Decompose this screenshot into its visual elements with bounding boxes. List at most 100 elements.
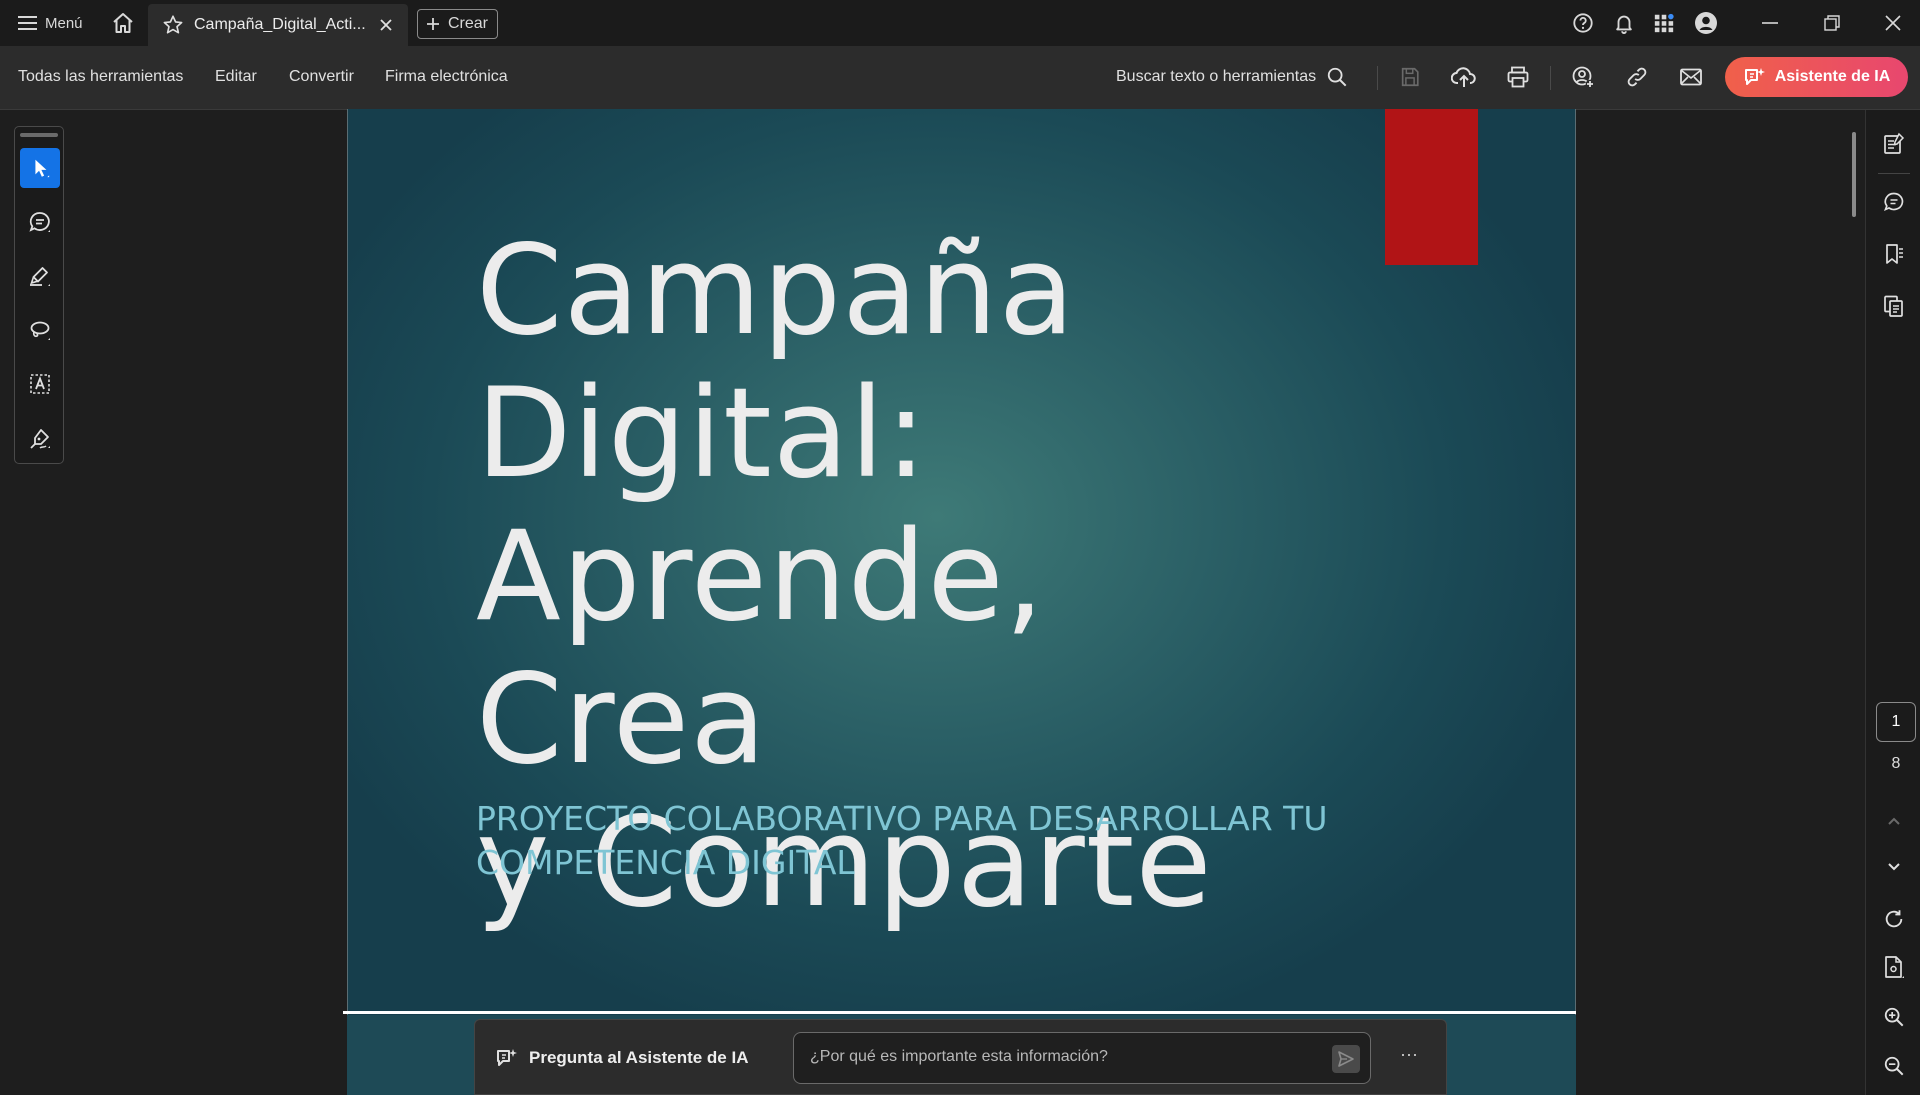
slide-subtitle: PROYECTO COLABORATIVO PARA DESARROLLAR T… <box>476 797 1376 885</box>
zoom-in-button[interactable] <box>1880 1003 1908 1031</box>
add-person-icon <box>1571 65 1595 89</box>
page-settings-icon <box>1883 955 1905 979</box>
toolbar-divider <box>1550 66 1551 90</box>
help-icon <box>1572 12 1594 34</box>
title-bar: Menú Campaña_Digital_Acti... Crear <box>0 0 1920 46</box>
pen-sign-icon <box>28 426 52 450</box>
share-people-button[interactable] <box>1570 64 1596 90</box>
quick-tools-panel <box>14 126 64 464</box>
highlight-tool[interactable] <box>20 256 60 296</box>
vertical-scrollbar[interactable] <box>1852 132 1856 217</box>
ai-question-input[interactable]: ¿Por qué es importante esta información? <box>793 1032 1371 1084</box>
apps-grid-icon <box>1653 12 1675 34</box>
edit-panel-button[interactable] <box>1880 130 1908 158</box>
minimize-icon <box>1760 13 1780 33</box>
zoom-in-icon <box>1883 1006 1905 1028</box>
upload-cloud-button[interactable] <box>1451 64 1477 90</box>
pages-panel-button[interactable] <box>1880 292 1908 320</box>
document-tab[interactable]: Campaña_Digital_Acti... <box>148 4 408 46</box>
comments-panel-button[interactable] <box>1880 188 1908 216</box>
total-pages: 8 <box>1891 755 1901 772</box>
printer-icon <box>1506 65 1530 89</box>
highlighter-icon <box>28 264 52 288</box>
cursor-arrow-icon <box>29 157 51 179</box>
close-window-icon <box>1884 14 1902 32</box>
drag-handle[interactable] <box>20 133 58 137</box>
link-icon <box>1626 66 1648 88</box>
zoom-out-button[interactable] <box>1880 1052 1908 1080</box>
toolbar-divider <box>1377 66 1378 90</box>
menu-all-tools[interactable]: Todas las herramientas <box>18 46 183 108</box>
save-icon <box>1399 66 1421 88</box>
menu-edit[interactable]: Editar <box>215 46 257 108</box>
help-button[interactable] <box>1572 0 1594 46</box>
ai-assistant-bar: Pregunta al Asistente de IA ¿Por qué es … <box>474 1019 1447 1095</box>
panel-divider <box>1878 173 1910 174</box>
mail-icon <box>1679 66 1703 88</box>
edit-document-icon <box>1882 132 1906 156</box>
select-tool[interactable] <box>20 148 60 188</box>
tab-title: Campaña_Digital_Acti... <box>194 16 366 33</box>
profile-button[interactable] <box>1694 0 1718 46</box>
previous-page-button[interactable] <box>1880 807 1908 835</box>
ai-assistant-icon <box>1743 65 1767 89</box>
slide-title-line: Aprende, Crea <box>476 505 1046 792</box>
chevron-down-icon <box>1886 861 1902 873</box>
save-button[interactable] <box>1397 64 1423 90</box>
slide-title-line: Campaña <box>476 219 1076 363</box>
comments-icon <box>1882 190 1906 214</box>
home-button[interactable] <box>111 0 135 46</box>
notifications-button[interactable] <box>1613 0 1635 46</box>
search-icon <box>1326 66 1348 88</box>
restore-button[interactable] <box>1823 0 1841 46</box>
minimize-button[interactable] <box>1760 0 1780 46</box>
draw-tool[interactable] <box>20 310 60 350</box>
ai-assistant-button[interactable]: Asistente de IA <box>1725 57 1908 97</box>
bookmarks-panel-button[interactable] <box>1880 240 1908 268</box>
close-window-button[interactable] <box>1884 0 1902 46</box>
more-options-button[interactable]: ··· <box>1400 1044 1418 1065</box>
apps-button[interactable] <box>1653 0 1675 46</box>
search-tools-button[interactable]: Buscar texto o herramientas <box>1116 46 1348 108</box>
page-separator <box>343 1011 1576 1014</box>
send-button[interactable] <box>1332 1045 1360 1073</box>
next-page-button[interactable] <box>1880 853 1908 881</box>
close-tab-icon[interactable] <box>380 19 392 31</box>
zoom-out-icon <box>1883 1055 1905 1077</box>
refresh-icon <box>1883 908 1905 930</box>
hamburger-icon <box>18 15 38 31</box>
star-icon[interactable] <box>162 14 184 36</box>
ai-chat-icon <box>495 1046 519 1070</box>
slide-red-accent <box>1385 109 1478 265</box>
sign-tool[interactable] <box>20 418 60 458</box>
menu-e-signature[interactable]: Firma electrónica <box>385 46 508 108</box>
email-button[interactable] <box>1678 64 1704 90</box>
cloud-upload-icon <box>1451 65 1477 89</box>
copy-link-button[interactable] <box>1624 64 1650 90</box>
current-page-input[interactable]: 1 <box>1876 702 1916 742</box>
bell-icon <box>1613 12 1635 34</box>
create-label: Crear <box>448 15 489 32</box>
lasso-icon <box>28 318 52 342</box>
comment-tool[interactable] <box>20 202 60 242</box>
print-button[interactable] <box>1505 64 1531 90</box>
ai-input-placeholder: ¿Por qué es importante esta información? <box>810 1048 1108 1065</box>
plus-icon <box>426 17 440 31</box>
main-toolbar: Todas las herramientas Editar Convertir … <box>0 46 1920 110</box>
avatar-icon <box>1694 11 1718 35</box>
slide-subtitle-line: PROYECTO COLABORATIVO PARA DESARROLLAR T… <box>476 799 1328 838</box>
text-box-tool[interactable] <box>20 364 60 404</box>
menu-label: Menú <box>45 14 83 32</box>
ai-assistant-label: Asistente de IA <box>1774 68 1891 85</box>
send-icon <box>1338 1051 1354 1067</box>
right-side-panel: 1 8 <box>1865 110 1920 1095</box>
chevron-up-icon <box>1886 815 1902 827</box>
page-tools-button[interactable] <box>1880 953 1908 981</box>
menu-convert[interactable]: Convertir <box>289 46 354 108</box>
create-button[interactable]: Crear <box>417 9 499 39</box>
menu-button[interactable]: Menú <box>18 0 83 46</box>
search-label: Buscar texto o herramientas <box>1116 68 1317 85</box>
rotate-button[interactable] <box>1880 905 1908 933</box>
text-box-icon <box>28 372 52 396</box>
comment-icon <box>28 210 52 234</box>
